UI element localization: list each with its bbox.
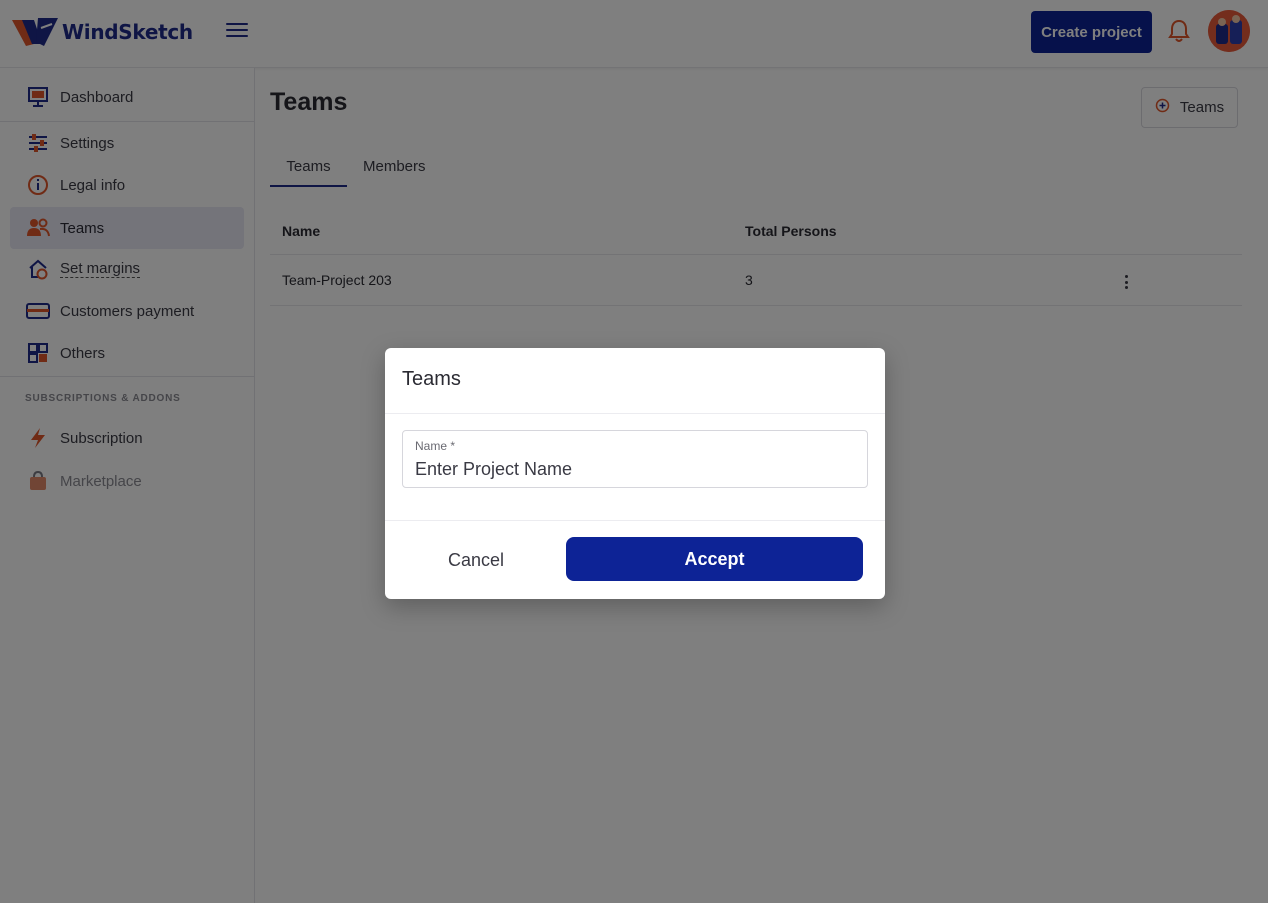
name-field-label: Name * (415, 439, 456, 453)
divider (385, 413, 885, 414)
divider (385, 520, 885, 521)
dialog-title: Teams (402, 368, 461, 390)
project-name-input[interactable] (415, 457, 855, 481)
teams-dialog: Teams Name * Cancel Accept (385, 348, 885, 599)
name-field[interactable]: Name * (402, 430, 868, 488)
cancel-button[interactable]: Cancel (425, 538, 527, 582)
accept-button[interactable]: Accept (566, 537, 863, 581)
